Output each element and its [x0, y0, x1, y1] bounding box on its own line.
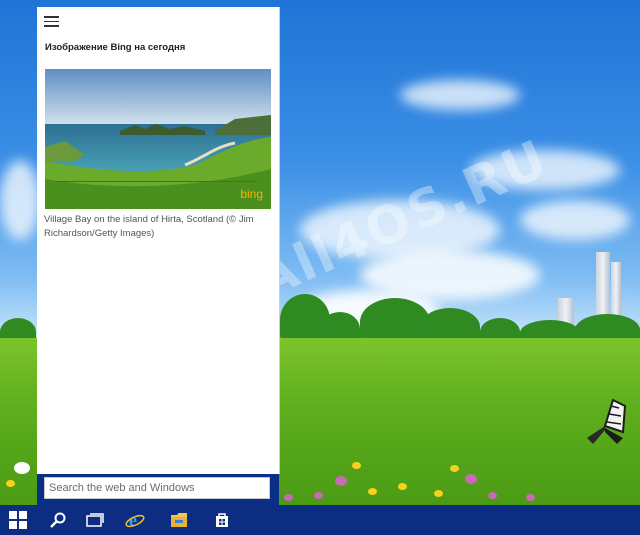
store-button[interactable]: [204, 505, 240, 535]
search-button[interactable]: [40, 505, 76, 535]
hamburger-menu-icon[interactable]: [44, 16, 59, 28]
panel-title: Изображение Bing на сегодня: [45, 42, 186, 53]
internet-explorer-button[interactable]: e: [117, 505, 153, 535]
flower: [284, 494, 293, 501]
search-input[interactable]: [44, 477, 270, 499]
flower: [6, 480, 15, 487]
bing-image: [45, 69, 271, 209]
flower: [335, 476, 347, 486]
cloud: [0, 160, 40, 240]
flower: [368, 488, 377, 495]
flower: [14, 462, 30, 474]
folder-icon: [171, 513, 187, 527]
file-explorer-button[interactable]: [161, 505, 197, 535]
flower: [398, 483, 407, 490]
bing-logo: bing: [240, 187, 263, 201]
flower: [434, 490, 443, 497]
search-bar-area: [37, 474, 279, 505]
flower: [488, 492, 497, 499]
butterfly-icon: [587, 398, 627, 444]
bing-image-of-the-day[interactable]: bing: [45, 69, 271, 209]
windows-logo-icon: [9, 511, 27, 529]
flower: [465, 474, 477, 484]
image-caption: Village Bay on the island of Hirta, Scot…: [44, 214, 254, 239]
flower: [450, 465, 459, 472]
cortana-panel: Изображение Bing на сегодня bing Village…: [37, 7, 280, 474]
cloud: [520, 200, 630, 240]
flower: [526, 494, 535, 501]
search-icon: [50, 512, 66, 528]
internet-explorer-icon: e: [125, 510, 145, 530]
store-icon: [216, 513, 228, 527]
flower: [352, 462, 361, 469]
task-view-icon: [86, 513, 104, 527]
taskbar: e: [0, 505, 640, 535]
task-view-button[interactable]: [77, 505, 113, 535]
cloud: [400, 80, 520, 110]
start-button[interactable]: [0, 505, 36, 535]
flower: [314, 492, 323, 499]
